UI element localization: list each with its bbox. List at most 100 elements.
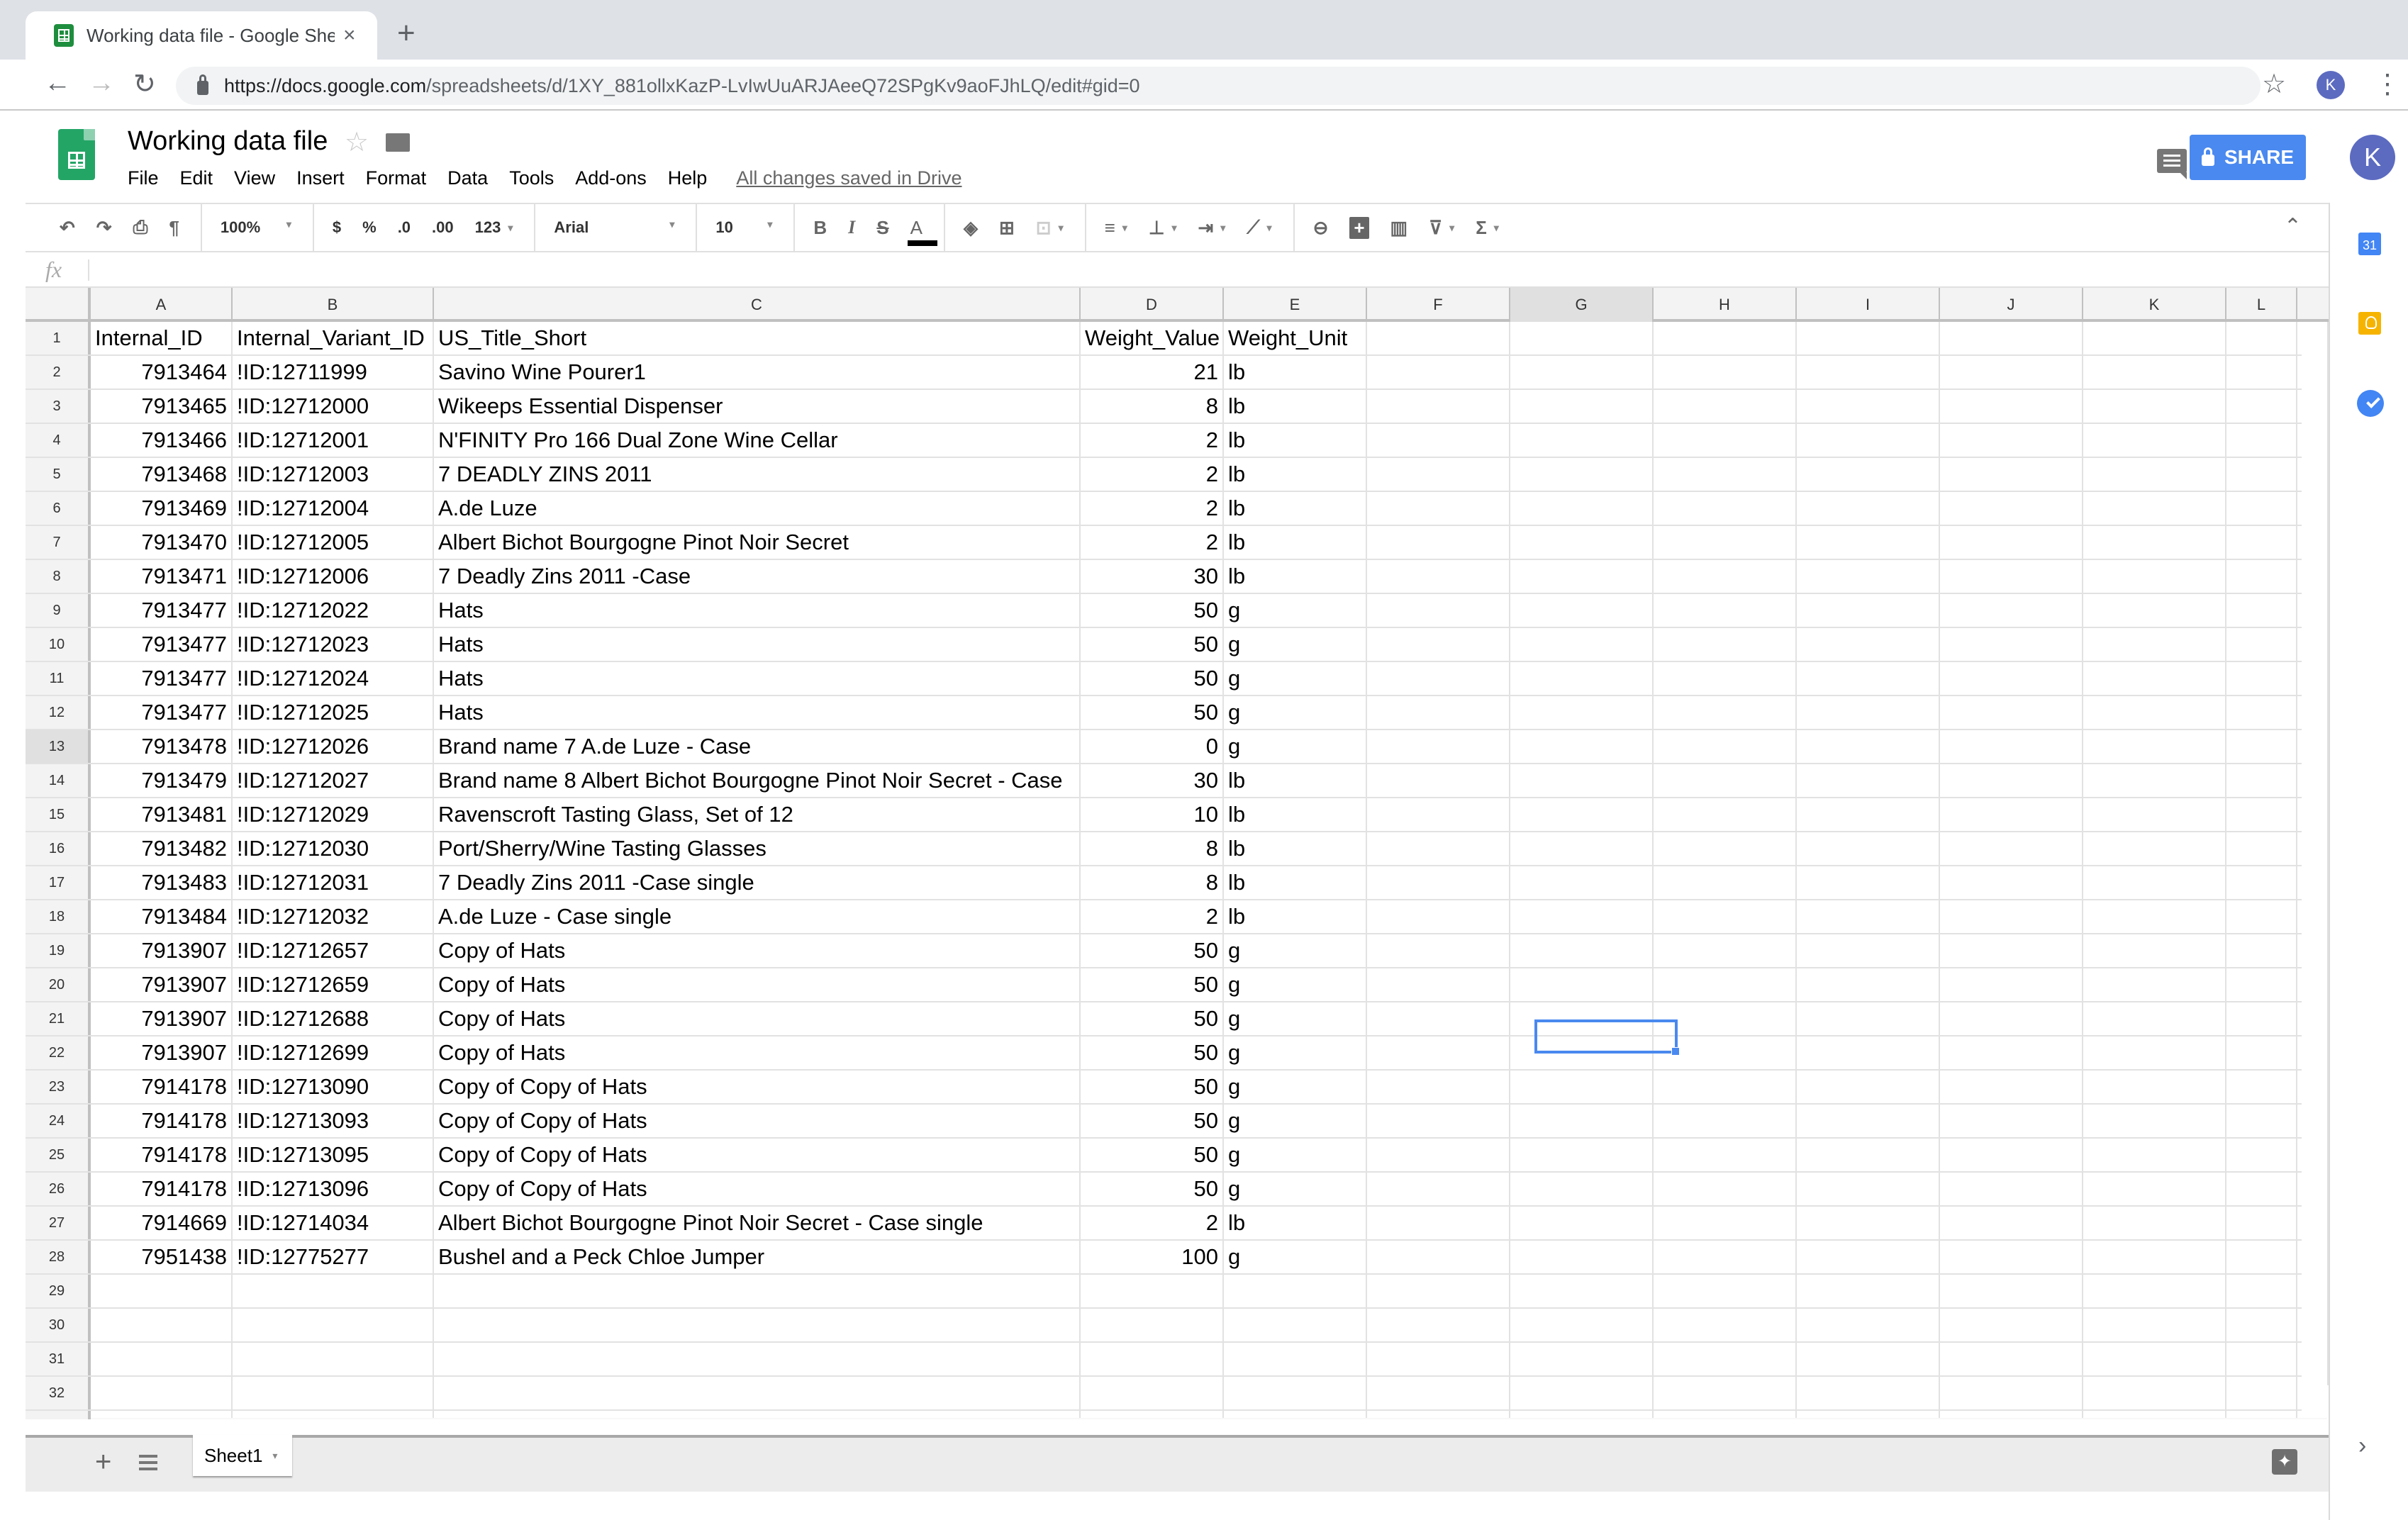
insert-link-icon[interactable]: ⊖ — [1313, 217, 1329, 239]
cell-h14[interactable] — [1654, 764, 1797, 797]
cell-l24[interactable] — [2226, 1105, 2297, 1137]
cell-j31[interactable] — [1940, 1343, 2083, 1375]
cell-g29[interactable] — [1510, 1275, 1654, 1307]
horizontal-align-icon[interactable]: ≡ ▾ — [1105, 217, 1127, 239]
cell-a17[interactable]: 7913483 — [91, 866, 233, 899]
cell-j2[interactable] — [1940, 356, 2083, 389]
row-header[interactable]: 20 — [26, 968, 91, 1001]
cell-i5[interactable] — [1797, 458, 1940, 491]
cell-b5[interactable]: !ID:12712003 — [233, 458, 434, 491]
cell-a7[interactable]: 7913470 — [91, 526, 233, 559]
cell-j15[interactable] — [1940, 798, 2083, 831]
cell-d32[interactable] — [1081, 1377, 1224, 1409]
cell-a5[interactable]: 7913468 — [91, 458, 233, 491]
cell-h17[interactable] — [1654, 866, 1797, 899]
cell-c25[interactable]: Copy of Copy of Hats — [434, 1139, 1081, 1171]
cell-e2[interactable]: lb — [1224, 356, 1367, 389]
menu-file[interactable]: File — [128, 164, 169, 192]
cell-k12[interactable] — [2083, 696, 2226, 729]
cell-i31[interactable] — [1797, 1343, 1940, 1375]
cell-a25[interactable]: 7914178 — [91, 1139, 233, 1171]
cell-j20[interactable] — [1940, 968, 2083, 1001]
menu-addons[interactable]: Add-ons — [564, 164, 657, 192]
cell-c31[interactable] — [434, 1343, 1081, 1375]
row-header[interactable]: 7 — [26, 526, 91, 559]
cell-h30[interactable] — [1654, 1309, 1797, 1341]
cell-l8[interactable] — [2226, 560, 2297, 593]
row-header[interactable]: 25 — [26, 1139, 91, 1171]
cell-i4[interactable] — [1797, 424, 1940, 457]
undo-icon[interactable]: ↶ — [60, 217, 75, 239]
cell-b28[interactable]: !ID:12775277 — [233, 1241, 434, 1273]
cell-h9[interactable] — [1654, 594, 1797, 627]
row-header[interactable]: 9 — [26, 594, 91, 627]
cell-e25[interactable]: g — [1224, 1139, 1367, 1171]
cell-k17[interactable] — [2083, 866, 2226, 899]
cell-b10[interactable]: !ID:12712023 — [233, 628, 434, 661]
cell-d26[interactable]: 50 — [1081, 1173, 1224, 1205]
insert-comment-icon[interactable]: + — [1349, 216, 1369, 239]
cell-i24[interactable] — [1797, 1105, 1940, 1137]
cell-l31[interactable] — [2226, 1343, 2297, 1375]
cell-g17[interactable] — [1510, 866, 1654, 899]
cell-l27[interactable] — [2226, 1207, 2297, 1239]
cell-d30[interactable] — [1081, 1309, 1224, 1341]
cell-f10[interactable] — [1367, 628, 1510, 661]
cell-f9[interactable] — [1367, 594, 1510, 627]
row-header[interactable]: 6 — [26, 492, 91, 525]
cell-c17[interactable]: 7 Deadly Zins 2011 -Case single — [434, 866, 1081, 899]
cell-c8[interactable]: 7 Deadly Zins 2011 -Case — [434, 560, 1081, 593]
cell-j17[interactable] — [1940, 866, 2083, 899]
row-header[interactable]: 2 — [26, 356, 91, 389]
expand-panel-icon[interactable]: › — [2358, 1432, 2366, 1460]
cell-c30[interactable] — [434, 1309, 1081, 1341]
cell-h11[interactable] — [1654, 662, 1797, 695]
cell-l32[interactable] — [2226, 1377, 2297, 1409]
row-header[interactable]: 16 — [26, 832, 91, 865]
cell-h8[interactable] — [1654, 560, 1797, 593]
cell-e27[interactable]: lb — [1224, 1207, 1367, 1239]
cell-b17[interactable]: !ID:12712031 — [233, 866, 434, 899]
cell-d14[interactable]: 30 — [1081, 764, 1224, 797]
cell-d25[interactable]: 50 — [1081, 1139, 1224, 1171]
row-header[interactable]: 29 — [26, 1275, 91, 1307]
column-header-j[interactable]: J — [1940, 288, 2083, 322]
cell-k1[interactable] — [2083, 322, 2226, 354]
cell-h31[interactable] — [1654, 1343, 1797, 1375]
cell-a4[interactable]: 7913466 — [91, 424, 233, 457]
cell-g27[interactable] — [1510, 1207, 1654, 1239]
cell-d28[interactable]: 100 — [1081, 1241, 1224, 1273]
cell-h23[interactable] — [1654, 1071, 1797, 1103]
cell-c19[interactable]: Copy of Hats — [434, 934, 1081, 967]
cell-a28[interactable]: 7951438 — [91, 1241, 233, 1273]
cell-b20[interactable]: !ID:12712659 — [233, 968, 434, 1001]
cell-b14[interactable]: !ID:12712027 — [233, 764, 434, 797]
cell-h19[interactable] — [1654, 934, 1797, 967]
cell-k25[interactable] — [2083, 1139, 2226, 1171]
cell-e7[interactable]: lb — [1224, 526, 1367, 559]
cell-f11[interactable] — [1367, 662, 1510, 695]
row-header[interactable]: 33 — [26, 1411, 91, 1419]
cell-l22[interactable] — [2226, 1036, 2297, 1069]
cell-f17[interactable] — [1367, 866, 1510, 899]
share-button[interactable]: SHARE — [2190, 135, 2306, 180]
row-header[interactable]: 4 — [26, 424, 91, 457]
cell-f1[interactable] — [1367, 322, 1510, 354]
cell-k31[interactable] — [2083, 1343, 2226, 1375]
select-all-corner[interactable] — [26, 288, 91, 322]
cell-e10[interactable]: g — [1224, 628, 1367, 661]
cell-f27[interactable] — [1367, 1207, 1510, 1239]
cell-f6[interactable] — [1367, 492, 1510, 525]
cell-h5[interactable] — [1654, 458, 1797, 491]
cell-c29[interactable] — [434, 1275, 1081, 1307]
borders-icon[interactable]: ⊞ — [999, 217, 1015, 239]
cell-j30[interactable] — [1940, 1309, 2083, 1341]
cell-j6[interactable] — [1940, 492, 2083, 525]
cell-i23[interactable] — [1797, 1071, 1940, 1103]
cell-k5[interactable] — [2083, 458, 2226, 491]
cell-b27[interactable]: !ID:12714034 — [233, 1207, 434, 1239]
cell-d31[interactable] — [1081, 1343, 1224, 1375]
column-header-h[interactable]: H — [1654, 288, 1797, 322]
cell-f16[interactable] — [1367, 832, 1510, 865]
cell-j21[interactable] — [1940, 1002, 2083, 1035]
